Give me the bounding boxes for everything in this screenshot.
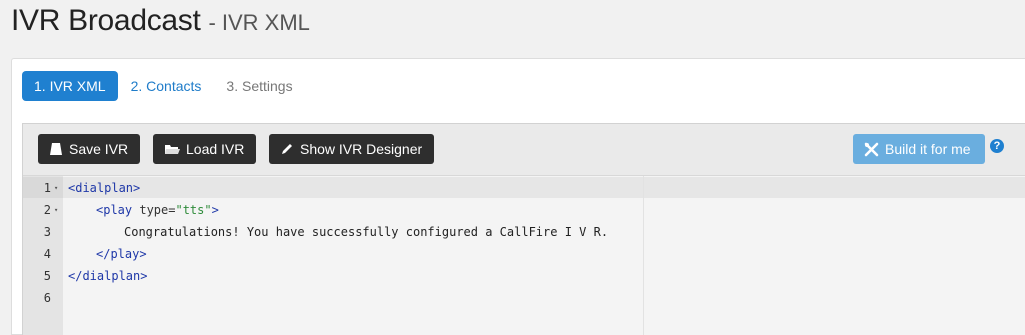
line-number: 3 [43, 225, 51, 239]
code-text: </play> [96, 243, 147, 265]
line-number: 1 [43, 181, 51, 195]
xml-tag: </play> [96, 247, 147, 261]
help-icon[interactable]: ? [990, 139, 1004, 153]
tab-contacts[interactable]: 2. Contacts [119, 71, 214, 101]
save-icon [50, 143, 62, 155]
xml-tag: </dialplan> [68, 269, 148, 283]
page-header: IVR Broadcast - IVR XML [11, 4, 310, 44]
show-ivr-designer-label: Show IVR Designer [300, 141, 423, 157]
load-ivr-label: Load IVR [186, 141, 245, 157]
line-number: 6 [43, 291, 51, 305]
xml-text: Congratulations! You have successfully c… [124, 225, 609, 239]
page-subtitle: IVR XML [221, 10, 310, 35]
ivr-editor: Save IVR Load IVR Show IVR Designer Buil… [22, 123, 1025, 335]
code-line[interactable]: 5 </dialplan> [23, 265, 1025, 287]
tools-icon [864, 142, 879, 156]
tab-settings[interactable]: 3. Settings [214, 71, 304, 101]
code-line[interactable]: 6 [23, 287, 1025, 309]
code-text: <play type="tts"> [96, 199, 219, 221]
pencil-icon [282, 144, 292, 154]
editor-toolbar: Save IVR Load IVR Show IVR Designer Buil… [23, 124, 1025, 175]
line-number: 4 [43, 247, 51, 261]
save-ivr-button[interactable]: Save IVR [38, 134, 140, 164]
xml-tag: <play [96, 203, 133, 217]
build-it-for-me-button[interactable]: Build it for me [853, 134, 985, 164]
code-text: <dialplan> [68, 177, 140, 199]
code-line[interactable]: 3 Congratulations! You have successfully… [23, 221, 1025, 243]
page-title: IVR Broadcast [11, 4, 201, 37]
fold-toggle-icon[interactable]: ▾ [54, 177, 58, 199]
xml-tag: <dialplan> [68, 181, 141, 195]
build-it-for-me-label: Build it for me [885, 141, 971, 157]
wizard-tabs: 1. IVR XML 2. Contacts 3. Settings [22, 71, 306, 101]
code-editor[interactable]: 1 ▾ <dialplan> 2 ▾ <play type="tts"> 3 C… [23, 175, 1025, 335]
folder-open-icon [165, 145, 180, 154]
xml-tag: > [211, 203, 219, 217]
xml-attribute: type= [132, 203, 176, 217]
save-ivr-label: Save IVR [69, 141, 129, 157]
code-line[interactable]: 2 ▾ <play type="tts"> [23, 199, 1025, 221]
code-line[interactable]: 1 ▾ <dialplan> [23, 177, 1025, 199]
code-line[interactable]: 4 </play> [23, 243, 1025, 265]
line-number: 2 [43, 203, 51, 217]
code-text: Congratulations! You have successfully c… [124, 221, 608, 243]
tab-ivr-xml[interactable]: 1. IVR XML [22, 71, 118, 101]
xml-string: "tts" [175, 203, 212, 217]
line-number: 5 [43, 269, 51, 283]
show-ivr-designer-button[interactable]: Show IVR Designer [269, 134, 434, 164]
title-separator: - [208, 10, 216, 35]
load-ivr-button[interactable]: Load IVR [153, 134, 256, 164]
code-text: </dialplan> [68, 265, 147, 287]
main-panel: 1. IVR XML 2. Contacts 3. Settings Save … [11, 58, 1025, 335]
fold-toggle-icon[interactable]: ▾ [54, 199, 58, 221]
